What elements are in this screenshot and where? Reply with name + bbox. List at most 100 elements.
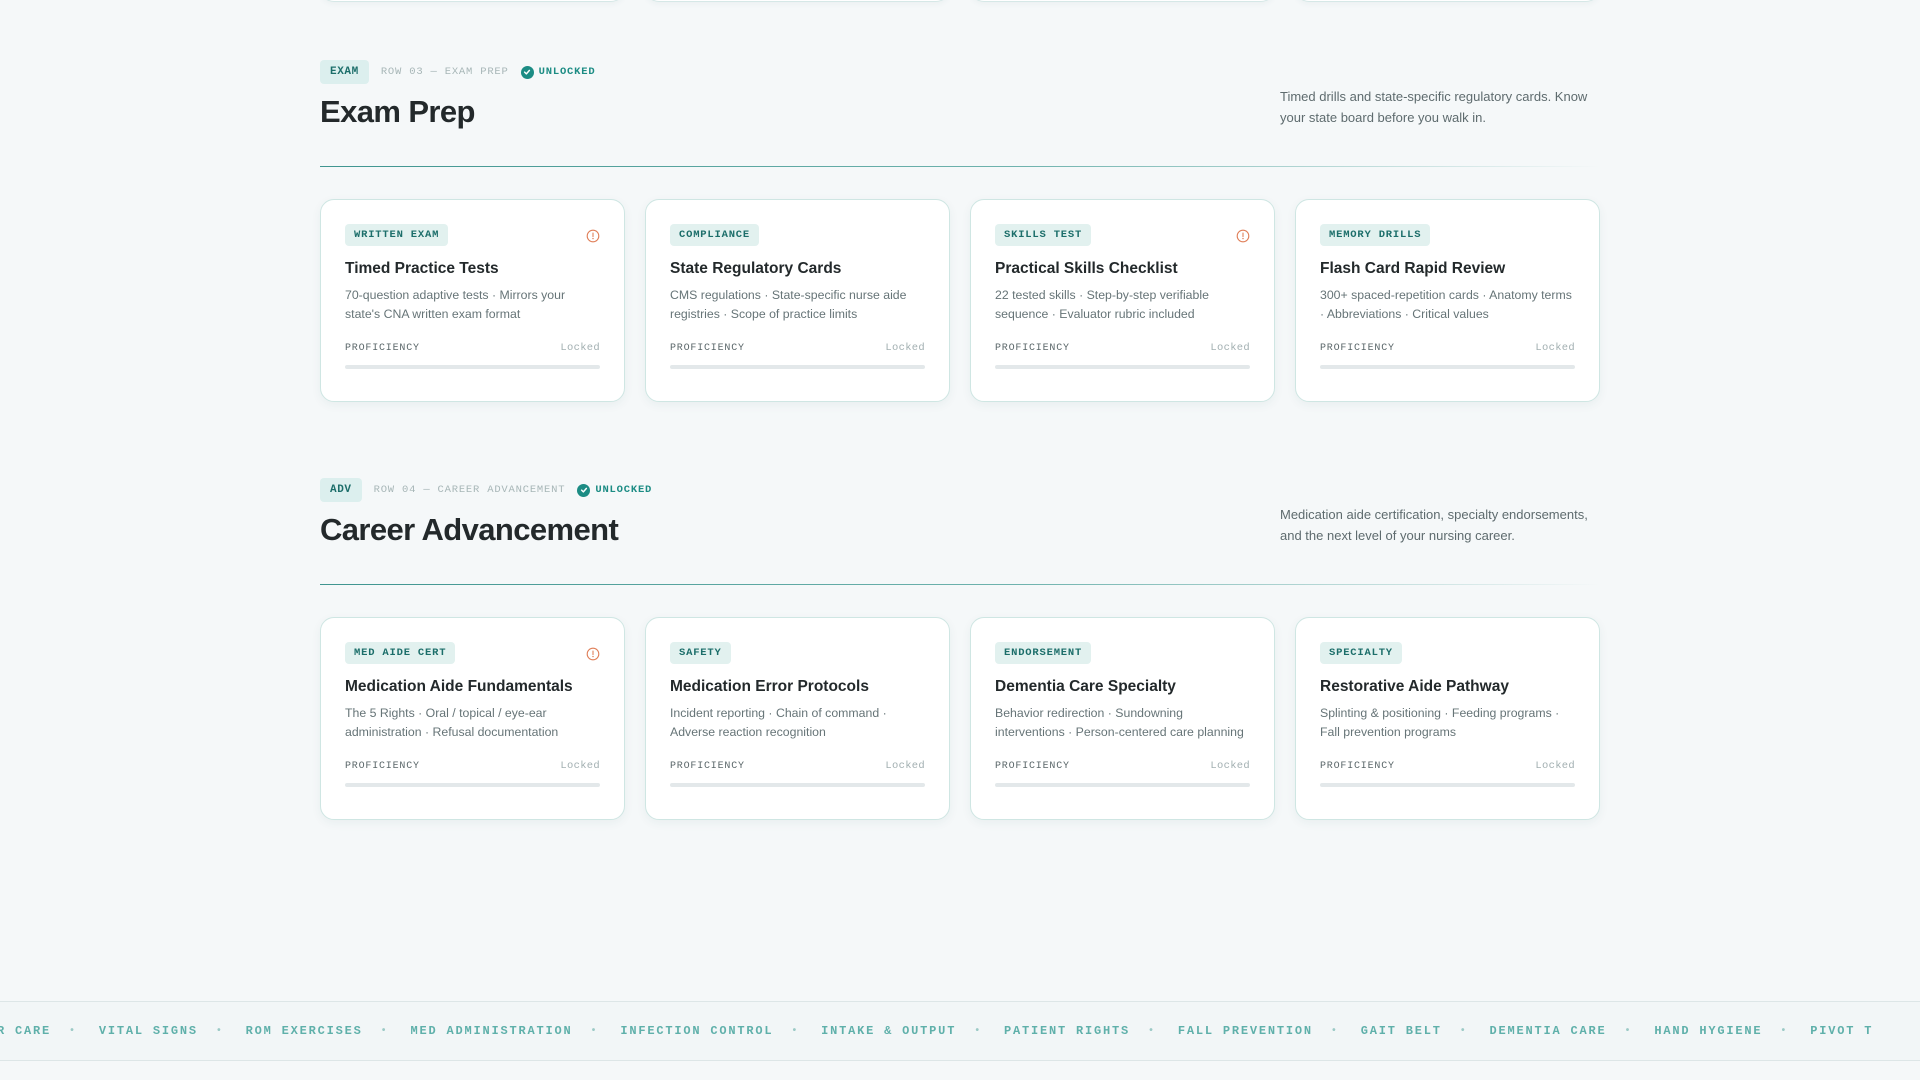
section-meta: EXAM ROW 03 — EXAM PREP UNLOCKED <box>320 60 1600 84</box>
module-card[interactable]: WRITTEN EXAM Timed Practice Tests 70-quest… <box>320 199 625 402</box>
module-card[interactable]: MED AIDE CERT Medication Aide Fundamental… <box>320 617 625 820</box>
proficiency-row: PROFICIENCY Locked <box>670 342 925 354</box>
ticker-label: FALL PREVENTION <box>1177 1024 1313 1038</box>
check-circle-icon <box>520 65 534 79</box>
ticker-separator: • <box>215 1025 224 1037</box>
previous-card <box>1295 0 1600 2</box>
card-title: Medication Error Protocols <box>670 678 869 695</box>
ticker-label: PATIENT RIGHTS <box>1004 1024 1131 1038</box>
ticker-item: ETER CARE • <box>0 1024 99 1038</box>
card-tag: MEMORY DRILLS <box>1320 224 1431 246</box>
card-grid: MED AIDE CERT Medication Aide Fundamental… <box>320 617 1600 820</box>
ticker-separator: • <box>1330 1025 1339 1037</box>
card-tag: COMPLIANCE <box>670 224 760 246</box>
card-tag: MED AIDE CERT <box>345 642 456 664</box>
section-header: ADV ROW 04 — CAREER ADVANCEMENT UNLOCKED Ca… <box>320 478 1600 578</box>
proficiency-label: PROFICIENCY <box>670 760 745 772</box>
ticker-label: ROM EXERCISES <box>245 1024 363 1038</box>
proficiency-label: PROFICIENCY <box>345 342 420 354</box>
card-tag: ENDORSEMENT <box>995 642 1092 664</box>
ticker-item: MED ADMINISTRATION • <box>410 1024 620 1038</box>
section-divider <box>320 584 1600 585</box>
section-header: EXAM ROW 03 — EXAM PREP UNLOCKED Exam Prep T… <box>320 60 1600 160</box>
ticker-separator: • <box>69 1025 77 1037</box>
unlocked-label: UNLOCKED <box>595 484 653 496</box>
unlocked-status: UNLOCKED <box>520 65 596 79</box>
proficiency-status: Locked <box>1210 760 1250 772</box>
module-card[interactable]: MEMORY DRILLS Flash Card Rapid Review 300+… <box>1295 199 1600 402</box>
module-card[interactable]: ENDORSEMENT Dementia Care Specialty Behavi… <box>970 617 1275 820</box>
proficiency-bar <box>995 365 1250 369</box>
ticker-label: HAND HYGIENE <box>1654 1024 1763 1038</box>
module-card[interactable]: SKILLS TEST Practical Skills Checklist 22 … <box>970 199 1275 402</box>
alert-circle-icon <box>586 229 600 243</box>
ticker-item: GAIT BELT • <box>1361 1024 1490 1038</box>
ticker-item: INTAKE & OUTPUT • <box>821 1024 1004 1038</box>
section-meta: ADV ROW 04 — CAREER ADVANCEMENT UNLOCKED <box>320 478 1600 502</box>
proficiency-status: Locked <box>1535 760 1575 772</box>
card-tag: SKILLS TEST <box>995 224 1092 246</box>
proficiency-row: PROFICIENCY Locked <box>345 760 600 772</box>
ticker-label: DEMENTIA CARE <box>1489 1024 1607 1038</box>
proficiency-label: PROFICIENCY <box>995 760 1070 772</box>
card-description: Incident reporting · Chain of command · … <box>670 706 887 739</box>
card-description: The 5 Rights · Oral / topical / eye-ear … <box>345 706 559 739</box>
section-exam-prep: EXAM ROW 03 — EXAM PREP UNLOCKED Exam Prep T… <box>320 60 1600 402</box>
proficiency-status: Locked <box>885 760 925 772</box>
previous-row-cards <box>320 0 1600 2</box>
card-title: Dementia Care Specialty <box>995 678 1176 695</box>
ticker-item: FALL PREVENTION • <box>1178 1024 1361 1038</box>
ticker-item: ROM EXERCISES • <box>246 1024 411 1038</box>
proficiency-status: Locked <box>885 342 925 354</box>
ticker-item: PIVOT T <box>1810 1024 1873 1038</box>
proficiency-status: Locked <box>560 760 600 772</box>
card-description: 22 tested skills · Step-by-step verifiab… <box>995 288 1209 321</box>
proficiency-bar <box>670 365 925 369</box>
ticker-label: GAIT BELT <box>1360 1024 1442 1038</box>
section-divider <box>320 166 1600 167</box>
proficiency-status: Locked <box>560 342 600 354</box>
ticker-item: PATIENT RIGHTS • <box>1004 1024 1178 1038</box>
card-tag: WRITTEN EXAM <box>345 224 449 246</box>
proficiency-row: PROFICIENCY Locked <box>1320 760 1575 772</box>
ticker-separator: • <box>974 1025 983 1037</box>
card-description: 70-question adaptive tests · Mirrors you… <box>345 288 566 321</box>
proficiency-bar <box>1320 365 1575 369</box>
ticker-separator: • <box>1780 1025 1789 1037</box>
previous-card <box>970 0 1275 2</box>
proficiency-row: PROFICIENCY Locked <box>345 342 600 354</box>
unlocked-label: UNLOCKED <box>538 66 596 78</box>
ticker-item: VITAL SIGNS • <box>99 1024 246 1038</box>
section-description: Timed drills and state-specific regulato… <box>1280 89 1588 125</box>
ticker-label: VITAL SIGNS <box>98 1024 198 1038</box>
ticker-label: ETER CARE <box>0 1024 52 1038</box>
ticker-label: PIVOT T <box>1810 1024 1874 1038</box>
proficiency-row: PROFICIENCY Locked <box>1320 342 1575 354</box>
ticker-separator: • <box>791 1025 800 1037</box>
ticker-separator: • <box>380 1025 389 1037</box>
proficiency-row: PROFICIENCY Locked <box>995 760 1250 772</box>
alert-circle-icon <box>586 647 600 661</box>
card-title: State Regulatory Cards <box>670 260 842 277</box>
ticker-label: INFECTION CONTROL <box>620 1024 774 1038</box>
proficiency-row: PROFICIENCY Locked <box>995 342 1250 354</box>
card-title: Practical Skills Checklist <box>995 260 1178 277</box>
module-card[interactable]: SAFETY Medication Error Protocols Incident… <box>645 617 950 820</box>
card-description: 300+ spaced-repetition cards · Anatomy t… <box>1320 288 1572 321</box>
ticker-separator: • <box>1624 1025 1633 1037</box>
ticker-separator: • <box>590 1025 599 1037</box>
proficiency-status: Locked <box>1210 342 1250 354</box>
proficiency-bar <box>345 365 600 369</box>
proficiency-bar <box>1320 783 1575 787</box>
alert-circle-icon <box>1236 229 1250 243</box>
module-card[interactable]: SPECIALTY Restorative Aide Pathway Splinti… <box>1295 617 1600 820</box>
proficiency-row: PROFICIENCY Locked <box>670 760 925 772</box>
proficiency-label: PROFICIENCY <box>995 342 1070 354</box>
ticker-separator: • <box>1459 1025 1468 1037</box>
card-description: CMS regulations · State-specific nurse a… <box>670 288 907 321</box>
card-title: Restorative Aide Pathway <box>1320 678 1509 695</box>
card-tag: SPECIALTY <box>1320 642 1402 664</box>
topic-ticker: ETER CARE•VITAL SIGNS•ROM EXERCISES•MED … <box>0 1001 1920 1061</box>
section-career-advancement: ADV ROW 04 — CAREER ADVANCEMENT UNLOCKED Ca… <box>320 478 1600 820</box>
module-card[interactable]: COMPLIANCE State Regulatory Cards CMS regu… <box>645 199 950 402</box>
